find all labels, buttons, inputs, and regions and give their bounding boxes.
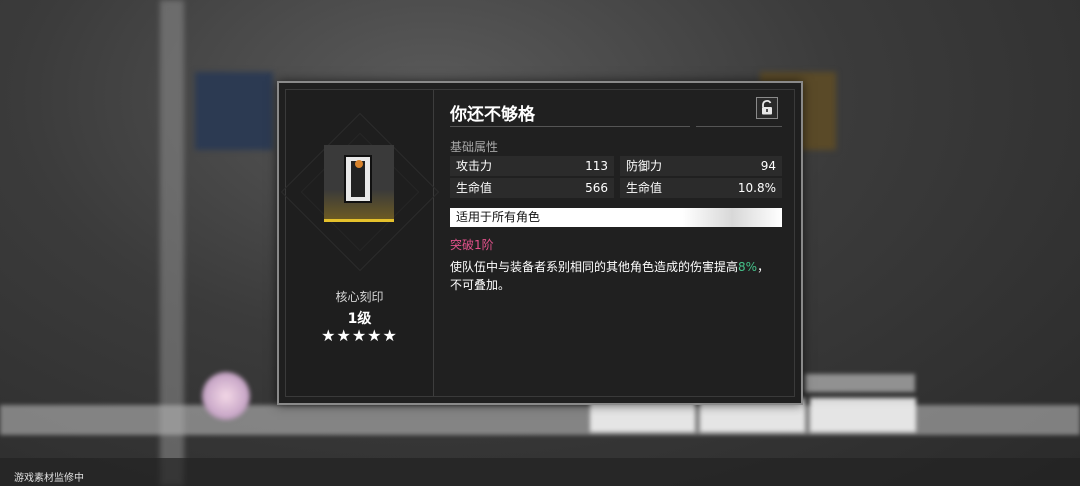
- item-level: 1级: [347, 311, 372, 327]
- section-label: 基础属性: [450, 140, 499, 154]
- stat-value: 113: [585, 159, 608, 173]
- stat-name: 防御力: [626, 159, 663, 173]
- stat-value: 10.8%: [737, 181, 776, 195]
- stat-name: 攻击力: [456, 159, 493, 173]
- item-detail-dialog: 核心刻印 1级 ★★★★★ 你还不够格 基础属性 攻击力 113 防御力 94 …: [277, 81, 803, 405]
- stat-row: 攻击力 113: [450, 156, 614, 176]
- card-art: [344, 155, 372, 203]
- lock-button[interactable]: [756, 97, 778, 119]
- divider: [696, 126, 782, 127]
- item-name: 你还不够格: [450, 105, 535, 125]
- item-info-pane: 你还不够格 基础属性 攻击力 113 防御力 94 生命值 566 生命值 10…: [434, 90, 794, 396]
- breakthrough-label: 突破1阶: [450, 238, 494, 252]
- unlock-icon: [762, 100, 772, 115]
- stat-value: 566: [585, 181, 608, 195]
- item-icon: [324, 145, 394, 222]
- stat-name: 生命值: [456, 181, 493, 195]
- effect-text: ，: [757, 260, 770, 274]
- watermark: 游戏素材监修中: [14, 473, 84, 484]
- effect-text: 使队伍中与装备者系别相同的其他角色造成的伤害提高: [450, 260, 739, 274]
- background-bar: [0, 405, 1080, 435]
- applies-to-banner: 适用于所有角色: [450, 208, 782, 227]
- effect-description: 使队伍中与装备者系别相同的其他角色造成的伤害提高8%， 不可叠加。: [450, 258, 786, 294]
- divider: [450, 126, 690, 127]
- background-card: [195, 72, 273, 150]
- background-footer: [0, 458, 1080, 486]
- item-type: 核心刻印: [335, 290, 384, 304]
- stat-name: 生命值: [626, 181, 663, 195]
- background-chip: [805, 374, 915, 392]
- stat-row: 生命值 10.8%: [620, 178, 782, 198]
- stat-value: 94: [760, 159, 776, 173]
- effect-value: 8%: [738, 260, 758, 274]
- dialog-frame: 核心刻印 1级 ★★★★★ 你还不够格 基础属性 攻击力 113 防御力 94 …: [280, 89, 795, 397]
- background-button: [810, 398, 916, 432]
- item-stars: ★★★★★: [321, 326, 398, 345]
- stat-row: 防御力 94: [620, 156, 782, 176]
- effect-text: 不可叠加。: [450, 278, 511, 292]
- background-avatar: [202, 372, 250, 420]
- item-preview-pane: 核心刻印 1级 ★★★★★: [280, 90, 440, 396]
- stat-row: 生命值 566: [450, 178, 614, 198]
